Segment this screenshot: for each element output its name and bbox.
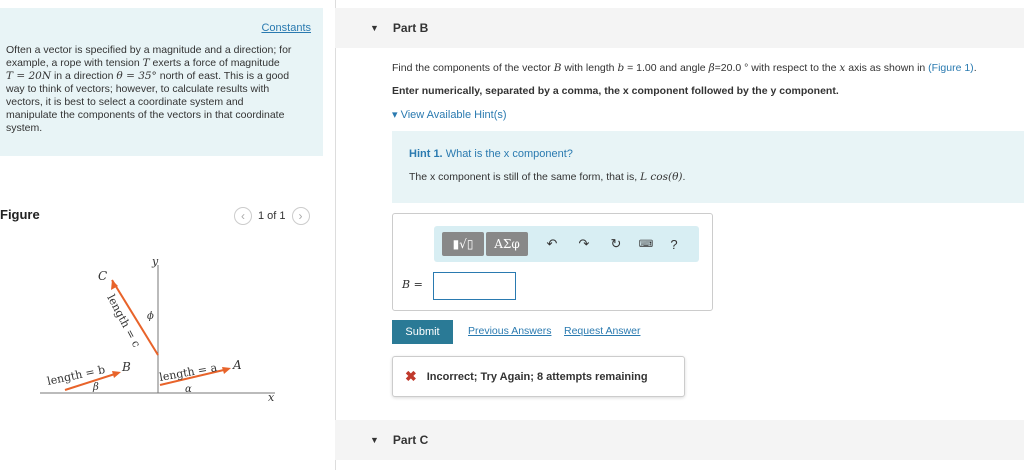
previous-answers-link[interactable]: Previous Answers: [468, 325, 551, 337]
error-x-icon: ✖: [405, 368, 417, 384]
answer-input[interactable]: [433, 272, 516, 300]
vector-c-label: C: [98, 269, 107, 283]
part-c-label: Part C: [392, 433, 429, 447]
intro-line: system.: [6, 122, 43, 134]
left-pane: Constants Often a vector is specified by…: [0, 0, 335, 470]
vector-a-label: A: [232, 358, 242, 372]
figure-link[interactable]: (Figure 1): [928, 62, 974, 74]
pager-text: 1 of 1: [258, 210, 286, 222]
templates-button[interactable]: ▮ √ ▯: [442, 232, 484, 256]
hint-title[interactable]: Hint 1. What is the x component?: [409, 148, 573, 160]
vector-figure: y x C length = c ϕ B length = b β A leng…: [40, 255, 275, 404]
hint-body: The x component is still of the same for…: [409, 171, 686, 183]
answer-label: B =: [402, 278, 423, 291]
x-axis-label: x: [268, 391, 275, 404]
angle-phi: ϕ: [147, 311, 154, 322]
y-axis-label: y: [151, 255, 159, 268]
math-toolbar: ▮ √ ▯ ΑΣφ ↶ ↷ ↻ ⌨ ?: [434, 226, 699, 262]
angle-beta: β: [92, 382, 99, 393]
intro-text: Often a vector is specified by a magnitu…: [6, 44, 316, 135]
intro-line: manipulate the components of the vectors…: [6, 109, 285, 121]
next-figure-button[interactable]: ›: [291, 207, 310, 225]
redo-icon[interactable]: ↷: [574, 232, 594, 256]
keyboard-icon[interactable]: ⌨: [636, 232, 656, 256]
undo-icon[interactable]: ↶: [542, 232, 562, 256]
part-b-header[interactable]: ▼ Part B: [335, 8, 1024, 48]
angle-alpha: α: [185, 384, 192, 395]
pane-divider: [335, 0, 336, 470]
feedback-box: ✖ Incorrect; Try Again; 8 attempts remai…: [392, 356, 685, 397]
submit-button[interactable]: Submit: [392, 320, 453, 344]
figure-pager: ‹ 1 of 1 ›: [234, 207, 310, 225]
intro-line: way to think of vectors; however, to cal…: [6, 83, 270, 95]
intro-line: T = 20N in a direction θ = 35° north of …: [6, 70, 290, 82]
reset-icon[interactable]: ↻: [606, 232, 626, 256]
help-icon[interactable]: ?: [664, 232, 684, 256]
collapse-triangle-icon: ▼: [370, 435, 379, 445]
prev-figure-button[interactable]: ‹: [234, 207, 252, 225]
vector-b-label: B: [121, 360, 131, 374]
greek-button[interactable]: ΑΣφ: [486, 232, 528, 256]
question-text: Find the components of the vector B with…: [392, 62, 977, 74]
hint-panel: Hint 1. What is the x component? The x c…: [392, 131, 1024, 203]
instruction-text: Enter numerically, separated by a comma,…: [392, 85, 839, 97]
feedback-text: Incorrect; Try Again; 8 attempts remaini…: [426, 370, 648, 383]
intro-line: Often a vector is specified by a magnitu…: [6, 44, 292, 56]
vector-a-head: [222, 367, 231, 374]
figure-title: Figure: [0, 207, 40, 222]
part-c-header[interactable]: ▼ Part C: [335, 420, 1024, 460]
part-b-label: Part B: [392, 21, 429, 35]
intro-panel: Constants Often a vector is specified by…: [0, 8, 323, 156]
intro-line: example, a rope with tension T exerts a …: [6, 57, 280, 69]
answer-box: ▮ √ ▯ ΑΣφ ↶ ↷ ↻ ⌨ ? B =: [392, 213, 713, 311]
intro-line: vectors, it is best to select a coordina…: [6, 96, 244, 108]
vector-a-length: length = a: [158, 361, 218, 384]
collapse-triangle-icon: ▼: [370, 23, 379, 33]
right-pane: ▼ Part B Find the components of the vect…: [335, 0, 1024, 470]
view-hints-link[interactable]: ▾ View Available Hint(s): [392, 108, 507, 121]
request-answer-link[interactable]: Request Answer: [564, 325, 640, 337]
vector-b-head: [112, 371, 121, 378]
constants-link[interactable]: Constants: [261, 22, 311, 34]
